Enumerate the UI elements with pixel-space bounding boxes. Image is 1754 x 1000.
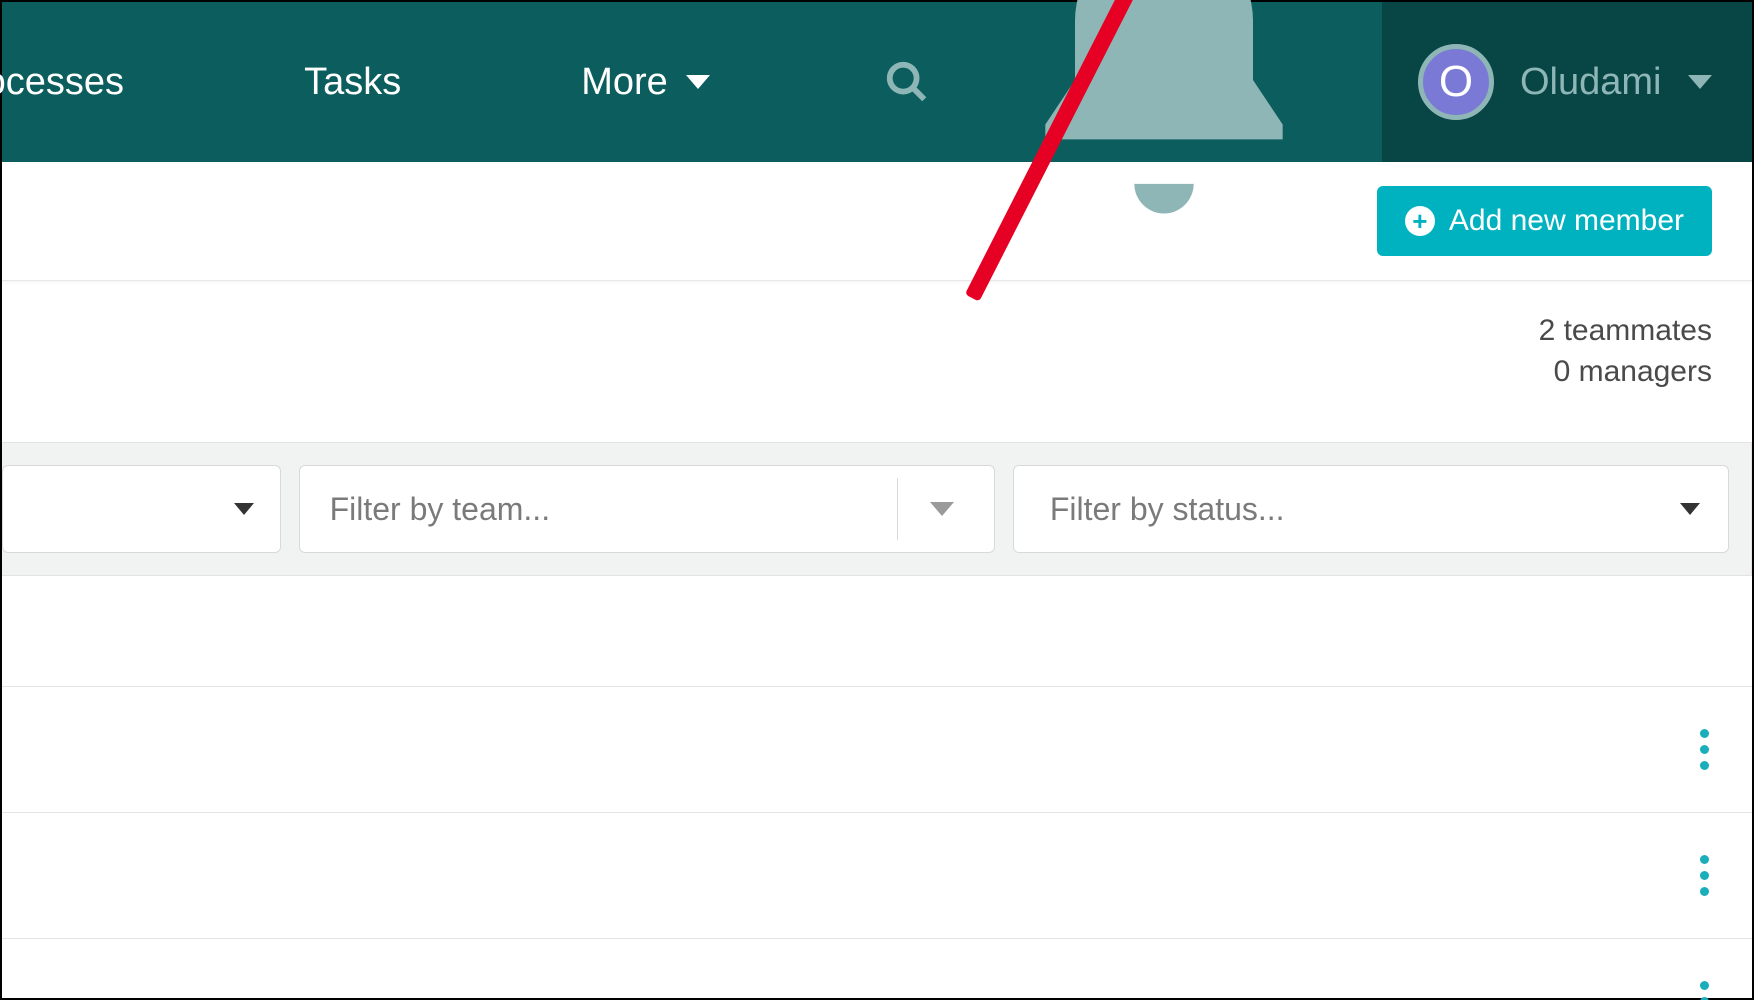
team-stats: 2 teammates 0 managers (2, 281, 1752, 432)
divider (897, 478, 898, 540)
nav-left: rocesses Tasks More (2, 61, 710, 104)
action-bar: + Add new member (2, 162, 1752, 281)
bell-icon (986, 245, 1342, 262)
row-menu-button[interactable] (1690, 855, 1718, 896)
notifications-button[interactable]: 1 (986, 0, 1342, 263)
teammates-count: 2 teammates (2, 311, 1712, 352)
nav-more[interactable]: More (581, 61, 710, 104)
managers-count: 0 managers (2, 352, 1712, 393)
list-item (2, 812, 1752, 938)
search-icon[interactable] (884, 59, 930, 105)
filter-status-placeholder: Filter by status... (1050, 491, 1285, 528)
chevron-down-icon (234, 503, 254, 515)
filter-team-placeholder: Filter by team... (330, 491, 551, 528)
filter-status[interactable]: Filter by status... (1013, 465, 1729, 553)
chevron-down-icon (1688, 75, 1712, 89)
chevron-down-icon (686, 75, 710, 89)
nav-processes[interactable]: rocesses (0, 61, 124, 104)
username: Oludami (1520, 61, 1662, 104)
list-item (2, 938, 1752, 1000)
nav-right: 1 O Oludami (884, 2, 1752, 162)
plus-circle-icon: + (1405, 206, 1435, 236)
nav-more-label: More (581, 61, 668, 104)
avatar: O (1418, 44, 1494, 120)
topbar: rocesses Tasks More 1 O Oludami (2, 2, 1752, 162)
filter-team[interactable]: Filter by team... (299, 465, 995, 553)
chevron-down-icon (930, 502, 954, 516)
member-list (2, 686, 1752, 1000)
chevron-down-icon (1680, 503, 1700, 515)
list-item (2, 686, 1752, 812)
row-menu-button[interactable] (1690, 729, 1718, 770)
add-member-button[interactable]: + Add new member (1377, 186, 1712, 256)
add-member-label: Add new member (1449, 204, 1684, 238)
filter-dropdown-1[interactable] (2, 465, 281, 553)
user-menu[interactable]: O Oludami (1382, 2, 1752, 162)
row-menu-button[interactable] (1690, 981, 1718, 1000)
nav-tasks[interactable]: Tasks (304, 61, 401, 104)
filter-bar: Filter by team... Filter by status... (2, 442, 1752, 576)
